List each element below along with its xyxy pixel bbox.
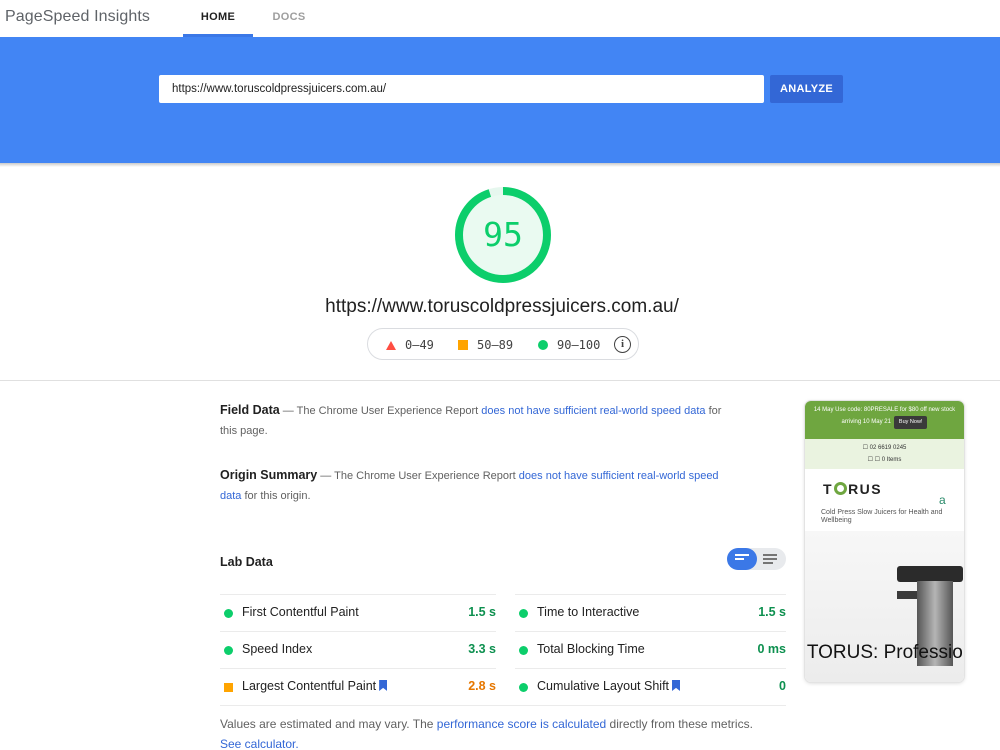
thumb-promo-text: 14 May Use code: 80PRESALE for $80 off n… [813,407,956,425]
field-data-section: Field Data — The Chrome User Experience … [220,400,740,441]
thumb-logo-left: T [823,481,834,497]
legend-good-label: 90–100 [557,338,601,352]
metric-value: 1.5 s [758,605,786,619]
see-calculator-link[interactable]: See calculator. [220,737,299,750]
thumb-promo-banner: 14 May Use code: 80PRESALE for $80 off n… [805,401,964,439]
info-icon[interactable]: i [614,336,631,353]
legend-average: 50–89 [458,338,513,352]
url-bar-section: ANALYZE [0,37,1000,163]
metric-name: Cumulative Layout Shift [537,679,681,693]
thumb-contact-bar: ☐ 02 6619 0245 ☐ ☐ 0 Items [805,439,964,469]
metric-name: Largest Contentful Paint [242,679,388,693]
field-data-title: Field Data [220,403,280,417]
compact-view-icon [735,554,749,562]
tested-url: https://www.toruscoldpressjuicers.com.au… [325,296,679,317]
thumb-product-image: TORUS: Professional [805,531,964,682]
origin-summary-title: Origin Summary [220,468,318,482]
analyze-button[interactable]: ANALYZE [770,75,843,103]
metric-row: Largest Contentful Paint 2.8 s [220,668,496,705]
performance-score-link[interactable]: performance score is calculated [437,717,606,731]
bookmark-icon[interactable] [379,680,388,691]
metric-name-text: Largest Contentful Paint [242,679,377,693]
values-note: Values are estimated and may vary. The p… [220,714,760,750]
top-nav: PageSpeed Insights HOME DOCS [0,0,1000,37]
metric-value: 1.5 s [468,605,496,619]
field-data-text-before: — The Chrome User Experience Report [279,405,482,417]
metric-name: Total Blocking Time [537,642,645,656]
legend-average-label: 50–89 [477,338,514,352]
metric-row: Speed Index 3.3 s [220,631,496,668]
thumb-tagline: Cold Press Slow Juicers for Health and W… [821,509,943,524]
metrics-bottom-rule [220,705,786,706]
thumb-phone: ☐ 02 6619 0245 [862,445,907,451]
legend-poor-label: 0–49 [405,338,434,352]
thumb-buy-now-button: Buy Now! [893,416,928,429]
performance-score: 95 [483,215,523,254]
bookmark-icon[interactable] [672,680,681,691]
hero-shadow [0,163,1000,167]
circle-icon [538,340,548,350]
url-input[interactable] [159,75,764,103]
metric-row: Total Blocking Time 0 ms [515,631,786,668]
juicer-spout-shape [897,591,919,599]
view-toggle[interactable] [727,548,786,570]
section-divider [0,380,1000,381]
metric-row: Cumulative Layout Shift 0 [515,668,786,705]
origin-summary-section: Origin Summary — The Chrome User Experie… [220,465,740,506]
metric-value: 2.8 s [468,679,496,693]
list-view-icon[interactable] [763,554,777,566]
metric-name: First Contentful Paint [242,605,359,619]
thumb-logo-ring [834,482,848,495]
legend-poor: 0–49 [386,338,434,352]
square-icon [458,340,468,350]
average-square-icon [224,683,233,692]
good-circle-icon [519,609,528,618]
metric-value: 0 [779,679,786,693]
field-data-link[interactable]: does not have sufficient real-world spee… [481,405,705,417]
page-screenshot-thumbnail: 14 May Use code: 80PRESALE for $80 off n… [805,401,964,682]
metric-value: 0 ms [757,642,787,656]
thumb-cart: ☐ ☐ 0 Items [867,457,902,463]
origin-summary-text-after: for this origin. [241,490,311,502]
good-circle-icon [224,609,233,618]
metric-name: Time to Interactive [537,605,640,619]
origin-summary-text-before: — The Chrome User Experience Report [317,470,519,482]
thumb-logo: T RUS [823,481,882,497]
good-circle-icon [519,646,528,655]
triangle-icon [386,341,396,350]
metric-row: First Contentful Paint 1.5 s [220,594,496,631]
tab-docs[interactable]: DOCS [255,0,323,37]
legend-good: 90–100 [538,338,600,352]
thumb-caption: TORUS: Professional [806,642,964,663]
score-legend: 0–49 50–89 90–100 i [367,328,639,360]
good-circle-icon [519,683,528,692]
tab-home[interactable]: HOME [183,0,253,37]
metric-value: 3.3 s [468,642,496,656]
metric-row: Time to Interactive 1.5 s [515,594,786,631]
metric-name-text: Cumulative Layout Shift [537,679,670,693]
thumb-logo-right: RUS [848,481,883,497]
note-text-middle: directly from these metrics. [606,717,753,731]
lab-data-title: Lab Data [220,555,273,569]
thumb-logo-extra: a [939,493,946,507]
brand-title[interactable]: PageSpeed Insights [5,8,150,26]
good-circle-icon [224,646,233,655]
metric-name: Speed Index [242,642,313,656]
note-text-before: Values are estimated and may vary. The [220,717,437,731]
juicer-top-shape [897,566,963,582]
